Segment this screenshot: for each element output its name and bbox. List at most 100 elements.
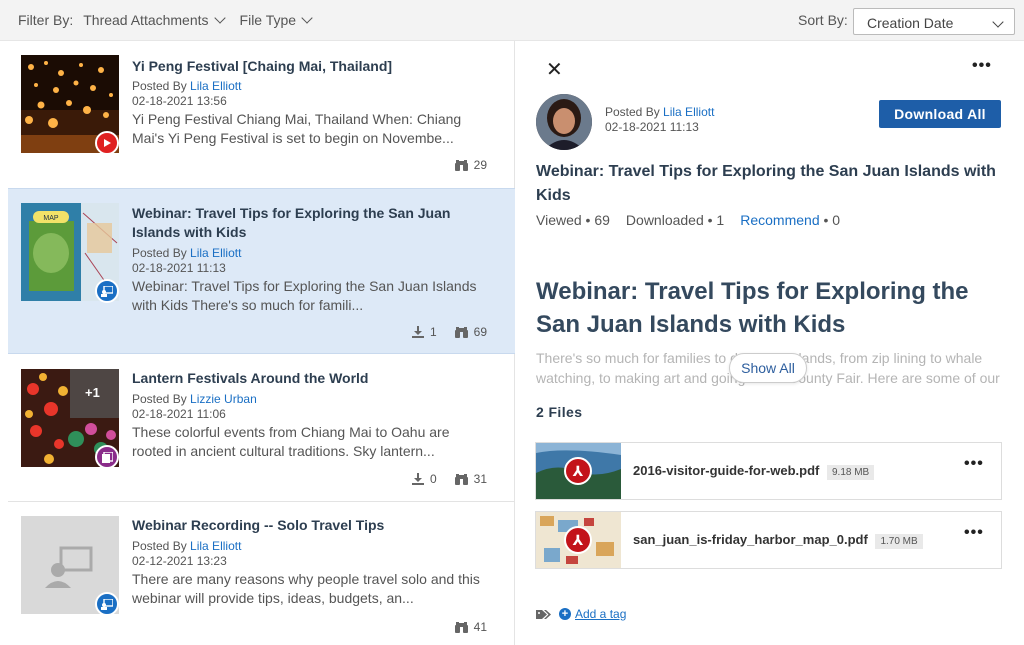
detail-stats: Viewed • 69 Downloaded • 1 Recommend • 0 <box>536 212 840 228</box>
author-link[interactable]: Lila Elliott <box>190 246 241 260</box>
item-description: These colorful events from Chiang Mai to… <box>132 424 450 459</box>
author-link[interactable]: Lizzie Urban <box>190 392 257 406</box>
downloads-stat: 0 <box>411 472 437 486</box>
item-stats: 29 <box>454 158 487 172</box>
item-description: Yi Peng Festival Chiang Mai, Thailand Wh… <box>132 111 462 146</box>
author-link[interactable]: Lila Elliott <box>663 105 714 119</box>
views-count: 69 <box>473 325 487 339</box>
list-item[interactable]: Yi Peng Festival [Chaing Mai, Thailand] … <box>8 41 515 187</box>
file-name-text: san_juan_is-friday_harbor_map_0.pdf <box>633 532 868 547</box>
item-meta: Posted By Lila Elliott 02-18-2021 13:56 <box>132 79 241 109</box>
download-all-button[interactable]: Download All <box>879 100 1001 128</box>
list-item-selected[interactable]: MAP Webinar: Travel Tips for Exploring t… <box>8 188 515 354</box>
svg-text:MAP: MAP <box>43 215 59 222</box>
detail-date: 02-18-2021 11:13 <box>605 120 699 134</box>
file-type-dropdown[interactable]: File Type <box>239 12 313 28</box>
detail-title: Webinar: Travel Tips for Exploring the S… <box>536 163 996 204</box>
author-link[interactable]: Lila Elliott <box>190 539 241 553</box>
file-more-options-icon[interactable]: ••• <box>964 455 984 473</box>
posted-by-label: Posted By <box>132 392 187 406</box>
file-name-text: 2016-visitor-guide-for-web.pdf <box>633 463 820 478</box>
views-stat: 29 <box>454 158 487 172</box>
item-meta: Posted By Lizzie Urban 02-18-2021 11:06 <box>132 392 257 422</box>
binoculars-icon <box>454 326 468 338</box>
viewed-count: Viewed • 69 <box>536 212 610 228</box>
chevron-down-icon <box>992 16 1004 28</box>
youtube-icon <box>95 131 119 155</box>
tags-row: + Add a tag <box>536 607 626 621</box>
views-count: 41 <box>473 620 487 634</box>
pdf-icon: ⅄ <box>564 526 592 554</box>
thread-attachments-label: Thread Attachments <box>83 12 209 28</box>
item-date: 02-18-2021 11:06 <box>132 407 226 421</box>
add-icon: + <box>559 608 571 620</box>
sort-value: Creation Date <box>867 15 954 31</box>
file-name[interactable]: 2016-visitor-guide-for-web.pdf 9.18 MB <box>633 463 875 480</box>
item-title[interactable]: Yi Peng Festival [Chaing Mai, Thailand] <box>132 58 392 74</box>
tags-icon <box>536 609 551 619</box>
detail-pane: ✕ ••• Posted By Lila Elliott 02-18-2021 … <box>516 41 1024 645</box>
item-date: 02-18-2021 13:56 <box>132 94 227 108</box>
file-row[interactable]: ⅄ san_juan_is-friday_harbor_map_0.pdf 1.… <box>535 511 1002 569</box>
posted-by-label: Posted By <box>605 105 660 119</box>
file-name[interactable]: san_juan_is-friday_harbor_map_0.pdf 1.70… <box>633 532 923 549</box>
posted-by-label: Posted By <box>132 539 187 553</box>
views-count: 31 <box>473 472 487 486</box>
downloaded-count: Downloaded • 1 <box>625 212 725 228</box>
downloads-count: 1 <box>429 325 437 339</box>
sort-select[interactable]: Creation Date <box>853 8 1015 35</box>
detail-posted: Posted By Lila Elliott 02-18-2021 11:13 <box>605 105 714 135</box>
author-link[interactable]: Lila Elliott <box>190 79 241 93</box>
recommend-group: Recommend • 0 <box>740 212 840 228</box>
file-more-options-icon[interactable]: ••• <box>964 524 984 542</box>
chevron-down-icon <box>213 12 226 24</box>
views-count: 29 <box>473 158 487 172</box>
item-description: Webinar: Travel Tips for Exploring the S… <box>132 278 477 313</box>
item-title[interactable]: Webinar Recording -- Solo Travel Tips <box>132 517 384 533</box>
webinar-icon <box>95 279 119 303</box>
file-thumbnail: ⅄ <box>536 512 621 568</box>
binoculars-icon <box>454 159 468 171</box>
attachment-list: Yi Peng Festival [Chaing Mai, Thailand] … <box>0 41 515 645</box>
posted-by-label: Posted By <box>132 246 187 260</box>
file-type-label: File Type <box>239 12 297 28</box>
item-title[interactable]: Webinar: Travel Tips for Exploring the S… <box>132 204 492 242</box>
download-icon <box>411 473 424 485</box>
binoculars-icon <box>454 473 468 485</box>
item-stats: 0 31 <box>411 472 487 486</box>
posted-by-label: Posted By <box>132 79 187 93</box>
views-stat: 41 <box>454 620 487 634</box>
file-row[interactable]: ⅄ 2016-visitor-guide-for-web.pdf 9.18 MB… <box>535 442 1002 500</box>
more-options-icon[interactable]: ••• <box>972 57 992 75</box>
list-item[interactable]: +1 Lantern Festivals Around the World Po… <box>8 355 515 501</box>
filter-group: Filter By: Thread Attachments File Type <box>18 12 313 28</box>
file-thumbnail: ⅄ <box>536 443 621 499</box>
sort-label: Sort By: <box>798 12 848 28</box>
item-description: There are many reasons why people travel… <box>132 571 480 606</box>
filter-bar: Filter By: Thread Attachments File Type … <box>0 0 1024 41</box>
show-all-button[interactable]: Show All <box>729 353 807 383</box>
views-stat: 69 <box>454 325 487 339</box>
file-size: 1.70 MB <box>875 534 923 549</box>
recommend-link[interactable]: Recommend <box>740 212 819 228</box>
avatar <box>536 94 592 150</box>
content-heading: Webinar: Travel Tips for Exploring the S… <box>536 278 969 338</box>
file-size: 9.18 MB <box>826 465 875 480</box>
more-images-overlay: +1 <box>85 385 100 400</box>
item-title[interactable]: Lantern Festivals Around the World <box>132 370 368 386</box>
thread-attachments-dropdown[interactable]: Thread Attachments <box>83 12 226 28</box>
item-meta: Posted By Lila Elliott 02-18-2021 11:13 <box>132 246 241 276</box>
add-tag-label: Add a tag <box>575 607 627 621</box>
close-icon[interactable]: ✕ <box>546 57 563 82</box>
downloads-count: 0 <box>429 472 437 486</box>
download-icon <box>411 326 424 338</box>
add-tag-link[interactable]: + Add a tag <box>559 607 626 621</box>
gallery-icon <box>95 445 119 469</box>
webinar-icon <box>95 592 119 616</box>
item-date: 02-12-2021 13:23 <box>132 554 227 568</box>
list-item[interactable]: Webinar Recording -- Solo Travel Tips Po… <box>8 502 515 645</box>
files-header: 2 Files <box>536 404 583 420</box>
binoculars-icon <box>454 621 468 633</box>
views-stat: 31 <box>454 472 487 486</box>
chevron-down-icon <box>301 12 313 24</box>
